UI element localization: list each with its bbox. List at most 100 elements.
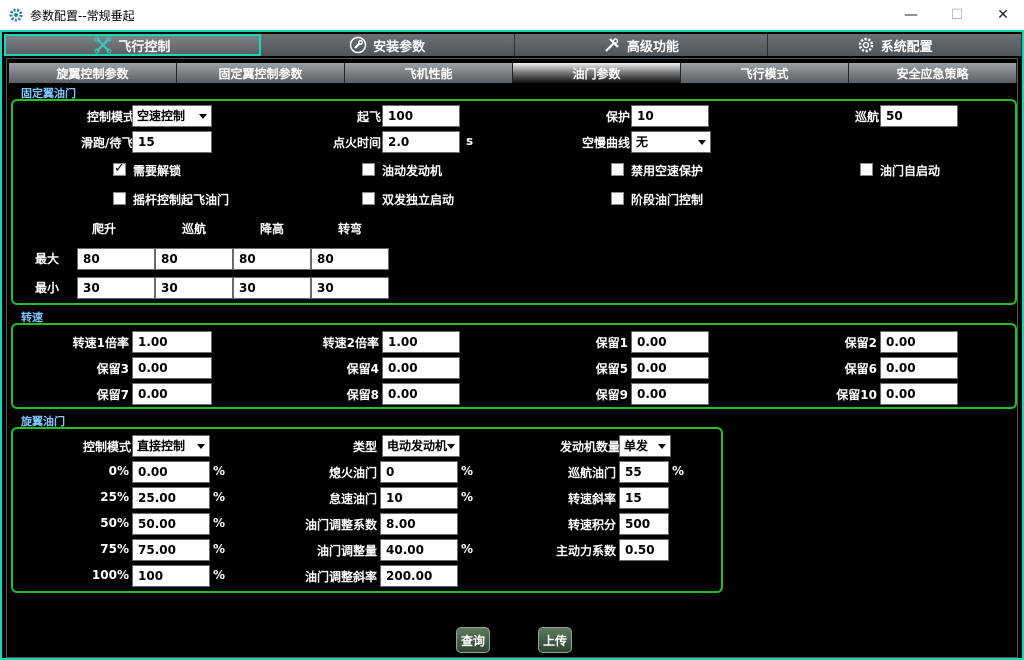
subtab-aircraft-performance[interactable]: 飞机性能 [345, 63, 513, 83]
reserve6-input[interactable]: 0.00 [880, 357, 958, 379]
maximize-button[interactable]: ☐ [934, 0, 980, 30]
curve-75-input[interactable]: 75.00 [132, 539, 210, 561]
checkbox-oil-engine[interactable] [362, 163, 375, 176]
label-curve-75: 75% [100, 542, 129, 556]
max-descend-input[interactable]: 80 [233, 248, 311, 270]
max-cruise-input[interactable]: 80 [155, 248, 233, 270]
label-reserve2: 保留2 [844, 336, 877, 350]
idle-curve-select[interactable]: 无 [631, 131, 711, 153]
label-reserve8: 保留8 [346, 388, 379, 402]
reserve3-input[interactable]: 0.00 [132, 357, 212, 379]
unit-percent: % [213, 568, 226, 582]
tab-system-config[interactable]: 系统配置 [768, 34, 1022, 56]
tab-label: 高级功能 [626, 39, 679, 55]
col-climb: 爬升 [92, 222, 117, 236]
drone-icon [94, 36, 112, 54]
takeoff-input[interactable]: 100 [382, 105, 460, 127]
protect-input[interactable]: 10 [631, 105, 709, 127]
throttle-adjust-amount-input[interactable]: 40.00 [380, 539, 458, 561]
cruise-throttle-input[interactable]: 55 [619, 461, 669, 483]
label-protect: 保护 [606, 110, 631, 124]
rotor-control-mode-select[interactable]: 直接控制 [132, 435, 210, 457]
close-button[interactable]: ✕ [980, 0, 1024, 30]
label-rpm2-ratio: 转速2倍率 [322, 336, 379, 350]
rpm-integral-input[interactable]: 500 [619, 513, 669, 535]
tab-install-params[interactable]: 安装参数 [260, 34, 515, 56]
wrench-circle-icon [349, 36, 367, 54]
label-reserve1: 保留1 [595, 336, 628, 350]
rpm2-ratio-input[interactable]: 1.00 [382, 331, 460, 353]
reserve1-input[interactable]: 0.00 [631, 331, 709, 353]
chevron-down-icon [658, 444, 666, 449]
control-mode-select[interactable]: 空速控制 [132, 105, 212, 127]
subtab-flight-mode[interactable]: 飞行模式 [681, 63, 849, 83]
throttle-adjust-coef-input[interactable]: 8.00 [380, 513, 458, 535]
label-rpm-integral: 转速积分 [567, 518, 616, 532]
params-panel: 旋翼控制参数 固定翼控制参数 飞机性能 油门参数 飞行模式 安全应急策略 固定翼… [6, 58, 1018, 658]
main-power-coef-input[interactable]: 0.50 [619, 539, 669, 561]
chevron-down-icon [447, 444, 455, 449]
curve-50-input[interactable]: 50.00 [132, 513, 210, 535]
label-reserve9: 保留9 [595, 388, 628, 402]
subtab-fixed-wing-control[interactable]: 固定翼控制参数 [177, 63, 345, 83]
curve-100-input[interactable]: 100 [132, 565, 210, 587]
cruise-input[interactable]: 50 [880, 105, 958, 127]
tab-advanced[interactable]: 高级功能 [514, 34, 769, 56]
tab-flight-control[interactable]: 飞行控制 [4, 34, 261, 56]
curve-25-input[interactable]: 25.00 [132, 487, 210, 509]
unit-percent: % [213, 464, 226, 478]
min-descend-input[interactable]: 30 [233, 277, 311, 299]
engine-type-select[interactable]: 电动发动机 [382, 435, 460, 457]
reserve2-input[interactable]: 0.00 [880, 331, 958, 353]
query-button[interactable]: 查询 [456, 627, 490, 653]
tab-label: 飞行控制 [118, 39, 171, 55]
checkbox-disable-airspeed-protect[interactable] [611, 163, 624, 176]
reserve7-input[interactable]: 0.00 [132, 383, 212, 405]
taxi-input[interactable]: 15 [132, 131, 212, 153]
label-reserve4: 保留4 [346, 362, 379, 376]
unit-percent: % [213, 490, 226, 504]
min-turn-input[interactable]: 30 [311, 277, 389, 299]
checkbox-throttle-autostart[interactable] [860, 163, 873, 176]
subtab-throttle-params[interactable]: 油门参数 [513, 63, 681, 83]
label-rpm1-ratio: 转速1倍率 [72, 336, 129, 350]
col-turn: 转弯 [338, 222, 363, 236]
curve-0-input[interactable]: 0.00 [132, 461, 210, 483]
rpm1-ratio-input[interactable]: 1.00 [132, 331, 212, 353]
unit-percent: % [461, 490, 474, 504]
idle-curve-value: 无 [636, 135, 649, 149]
max-turn-input[interactable]: 80 [311, 248, 389, 270]
label-type: 类型 [353, 440, 378, 454]
checkbox-stage-throttle[interactable] [611, 192, 624, 205]
subtab-rotor-control[interactable]: 旋翼控制参数 [9, 63, 177, 83]
gear-icon [858, 37, 873, 53]
cutoff-throttle-input[interactable]: 0 [380, 461, 458, 483]
rotor-control-mode-value: 直接控制 [137, 439, 186, 453]
reserve8-input[interactable]: 0.00 [382, 383, 460, 405]
subtab-safety-strategy[interactable]: 安全应急策略 [849, 63, 1017, 83]
label-takeoff: 起飞 [357, 110, 382, 124]
min-climb-input[interactable]: 30 [77, 277, 155, 299]
throttle-adjust-slope-input[interactable]: 200.00 [380, 565, 458, 587]
col-descend: 降高 [260, 222, 285, 236]
minimize-button[interactable]: — [888, 0, 934, 30]
max-climb-input[interactable]: 80 [77, 248, 155, 270]
rpm-slope-input[interactable]: 15 [619, 487, 669, 509]
reserve10-input[interactable]: 0.00 [880, 383, 958, 405]
upload-button[interactable]: 上传 [538, 627, 572, 653]
window-title: 参数配置--常规垂起 [30, 9, 135, 23]
min-cruise-input[interactable]: 30 [155, 277, 233, 299]
label-idle-throttle: 怠速油门 [328, 492, 377, 506]
engine-count-value: 单发 [624, 439, 649, 453]
label-curve-100: 100% [91, 568, 129, 582]
checkbox-dual-independent-start[interactable] [362, 192, 375, 205]
engine-count-select[interactable]: 单发 [619, 435, 671, 457]
ignition-time-input[interactable]: 2.0 [382, 131, 460, 153]
reserve4-input[interactable]: 0.00 [382, 357, 460, 379]
checkbox-need-unlock[interactable] [113, 161, 126, 176]
idle-throttle-input[interactable]: 10 [380, 487, 458, 509]
reserve5-input[interactable]: 0.00 [631, 357, 709, 379]
reserve9-input[interactable]: 0.00 [631, 383, 709, 405]
checkbox-label: 禁用空速保护 [631, 164, 704, 178]
checkbox-stick-takeoff-throttle[interactable] [113, 192, 126, 205]
